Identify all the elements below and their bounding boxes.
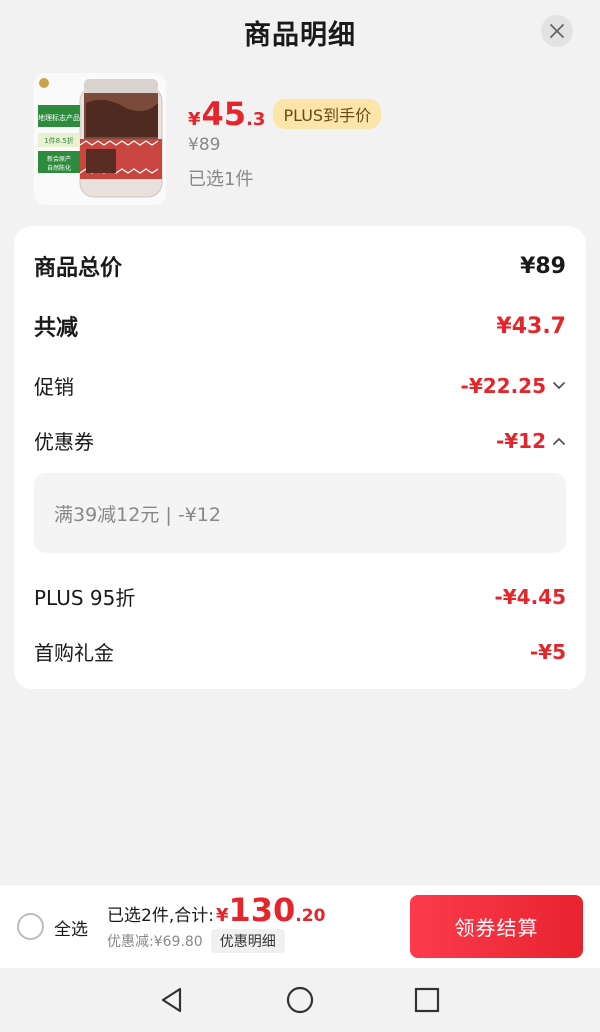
origin-tag-text: 新会原产 — [47, 155, 71, 163]
total-decimal: .20 — [295, 906, 326, 926]
reduction-value: ¥43.7 — [496, 313, 566, 339]
chevron-up-icon — [553, 437, 565, 445]
promotion-value: -¥22.25 — [460, 373, 546, 398]
back-icon — [161, 987, 182, 1013]
summary-label: 已选2件,合计: — [107, 906, 214, 926]
sheet-header: 商品明细 — [0, 0, 600, 64]
discount-detail-button[interactable]: 优惠明细 — [210, 929, 285, 953]
checkout-button[interactable]: 领券结算 — [410, 895, 583, 958]
close-button[interactable] — [541, 15, 573, 47]
coupon-row[interactable]: 优惠券 -¥12 — [34, 426, 566, 455]
total-row: 商品总价 ¥89 — [34, 250, 566, 282]
order-summary: 已选2件,合计: ¥ 130 .20 优惠减:¥69.80 优惠明细 — [107, 891, 325, 953]
promotion-label: 促销 — [34, 375, 74, 399]
total-value: ¥89 — [520, 253, 566, 279]
promotion-row[interactable]: 促销 -¥22.25 — [34, 371, 566, 400]
original-price: ¥89 — [188, 135, 221, 155]
discount-amount: 优惠减:¥69.80 — [107, 934, 203, 950]
plus-price: ¥ 45 .3 PLUS到手价 — [188, 95, 382, 133]
coupon-value: -¥12 — [495, 428, 546, 453]
price-breakdown-card: 商品总价 ¥89 共减 ¥43.7 促销 -¥22.25 优惠券 -¥12 满3… — [14, 226, 586, 689]
plus-discount-row: PLUS 95折 -¥4.45 — [34, 582, 566, 611]
back-button[interactable] — [156, 984, 188, 1016]
geo-tag-text: 地理标志产品 — [38, 113, 80, 122]
promotion-value-wrap[interactable]: -¥22.25 — [461, 374, 566, 398]
plus-price-badge: PLUS到手价 — [273, 99, 382, 129]
close-icon — [550, 24, 564, 38]
plus-discount-label: PLUS 95折 — [34, 586, 136, 610]
chevron-down-icon — [553, 381, 565, 389]
page-title: 商品明细 — [244, 19, 356, 51]
product-summary: 地理标志产品 1件8.5折 新会原产 自然陈化 ¥ 45 .3 PLUS到手价 … — [34, 73, 574, 208]
home-button[interactable] — [284, 984, 316, 1016]
recents-button[interactable] — [411, 984, 443, 1016]
selected-count: 已选1件 — [188, 169, 254, 190]
select-all-checkbox[interactable] — [17, 913, 44, 940]
price-integer: 45 — [201, 95, 247, 133]
coupon-value-wrap[interactable]: -¥12 — [496, 429, 566, 453]
price-currency: ¥ — [188, 109, 201, 130]
recents-icon — [414, 987, 440, 1013]
coupon-detail: 满39减12元 | -¥12 — [34, 473, 566, 553]
product-image[interactable]: 地理标志产品 1件8.5折 新会原产 自然陈化 — [34, 73, 166, 205]
reduction-label: 共减 — [34, 316, 79, 341]
plus-discount-value: -¥4.45 — [494, 584, 566, 609]
select-all-label[interactable]: 全选 — [54, 915, 88, 940]
system-nav-bar — [0, 968, 600, 1032]
total-integer: 130 — [228, 891, 296, 929]
first-purchase-label: 首购礼金 — [34, 641, 114, 665]
checkout-bar: 全选 已选2件,合计: ¥ 130 .20 优惠减:¥69.80 优惠明细 领券… — [0, 884, 600, 968]
coupon-label: 优惠券 — [34, 430, 94, 454]
total-currency: ¥ — [215, 905, 229, 926]
discount-tag-text: 1件8.5折 — [44, 136, 74, 145]
first-purchase-value: -¥5 — [529, 639, 566, 664]
reduction-row: 共减 ¥43.7 — [34, 310, 566, 342]
total-label: 商品总价 — [34, 256, 123, 281]
first-purchase-row: 首购礼金 -¥5 — [34, 637, 566, 666]
price-decimal: .3 — [246, 109, 266, 130]
home-icon — [286, 986, 314, 1014]
aging-tag-text: 自然陈化 — [47, 164, 71, 172]
